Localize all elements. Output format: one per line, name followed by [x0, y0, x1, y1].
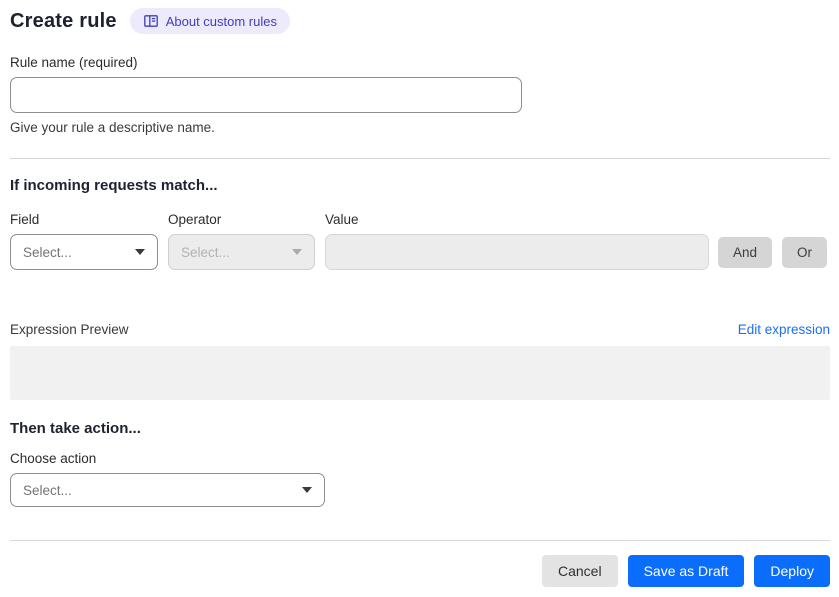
and-button[interactable]: And — [718, 237, 773, 268]
operator-select-value: Select... — [181, 244, 230, 260]
expression-preview-header: Expression Preview Edit expression — [10, 322, 830, 337]
footer-actions: Cancel Save as Draft Deploy — [10, 555, 830, 587]
edit-expression-link[interactable]: Edit expression — [738, 322, 830, 337]
choose-action-select[interactable]: Select... — [10, 473, 325, 507]
choose-action-group: Choose action Select... — [10, 451, 830, 507]
chevron-down-icon — [292, 249, 302, 255]
create-rule-form: Create rule About custom rules Rule name… — [0, 0, 839, 587]
divider — [10, 158, 830, 159]
operator-label: Operator — [168, 212, 222, 227]
page-title: Create rule — [10, 9, 117, 32]
about-custom-rules-link[interactable]: About custom rules — [129, 8, 290, 34]
or-button[interactable]: Or — [782, 237, 828, 268]
expression-preview-box — [10, 346, 830, 400]
about-custom-rules-label: About custom rules — [165, 13, 277, 29]
rule-name-helper-text: Give your rule a descriptive name. — [10, 120, 215, 135]
value-input — [325, 234, 709, 270]
deploy-button[interactable]: Deploy — [754, 555, 830, 587]
match-section-heading: If incoming requests match... — [10, 177, 218, 194]
operator-column: Operator Select... — [168, 212, 315, 270]
chevron-down-icon — [135, 249, 145, 255]
field-column: Field Select... — [10, 212, 158, 270]
divider — [10, 540, 830, 541]
action-section-heading: Then take action... — [10, 420, 141, 437]
value-label: Value — [325, 212, 359, 227]
value-column: Value — [325, 212, 709, 270]
chevron-down-icon — [302, 487, 312, 493]
choose-action-label: Choose action — [10, 451, 97, 466]
condition-row: Field Select... Operator Select... Value… — [10, 212, 830, 270]
choose-action-select-value: Select... — [23, 482, 72, 498]
expression-preview-label: Expression Preview — [10, 322, 129, 337]
field-select[interactable]: Select... — [10, 234, 158, 270]
rule-name-label: Rule name (required) — [10, 55, 138, 70]
rule-name-group: Rule name (required) Give your rule a de… — [10, 55, 830, 135]
field-label: Field — [10, 212, 40, 227]
field-select-value: Select... — [23, 244, 72, 260]
rule-name-input[interactable] — [10, 77, 522, 113]
book-icon — [143, 13, 159, 29]
header: Create rule About custom rules — [10, 8, 830, 34]
cancel-button[interactable]: Cancel — [541, 555, 618, 587]
save-as-draft-button[interactable]: Save as Draft — [627, 555, 745, 587]
operator-select: Select... — [168, 234, 315, 270]
